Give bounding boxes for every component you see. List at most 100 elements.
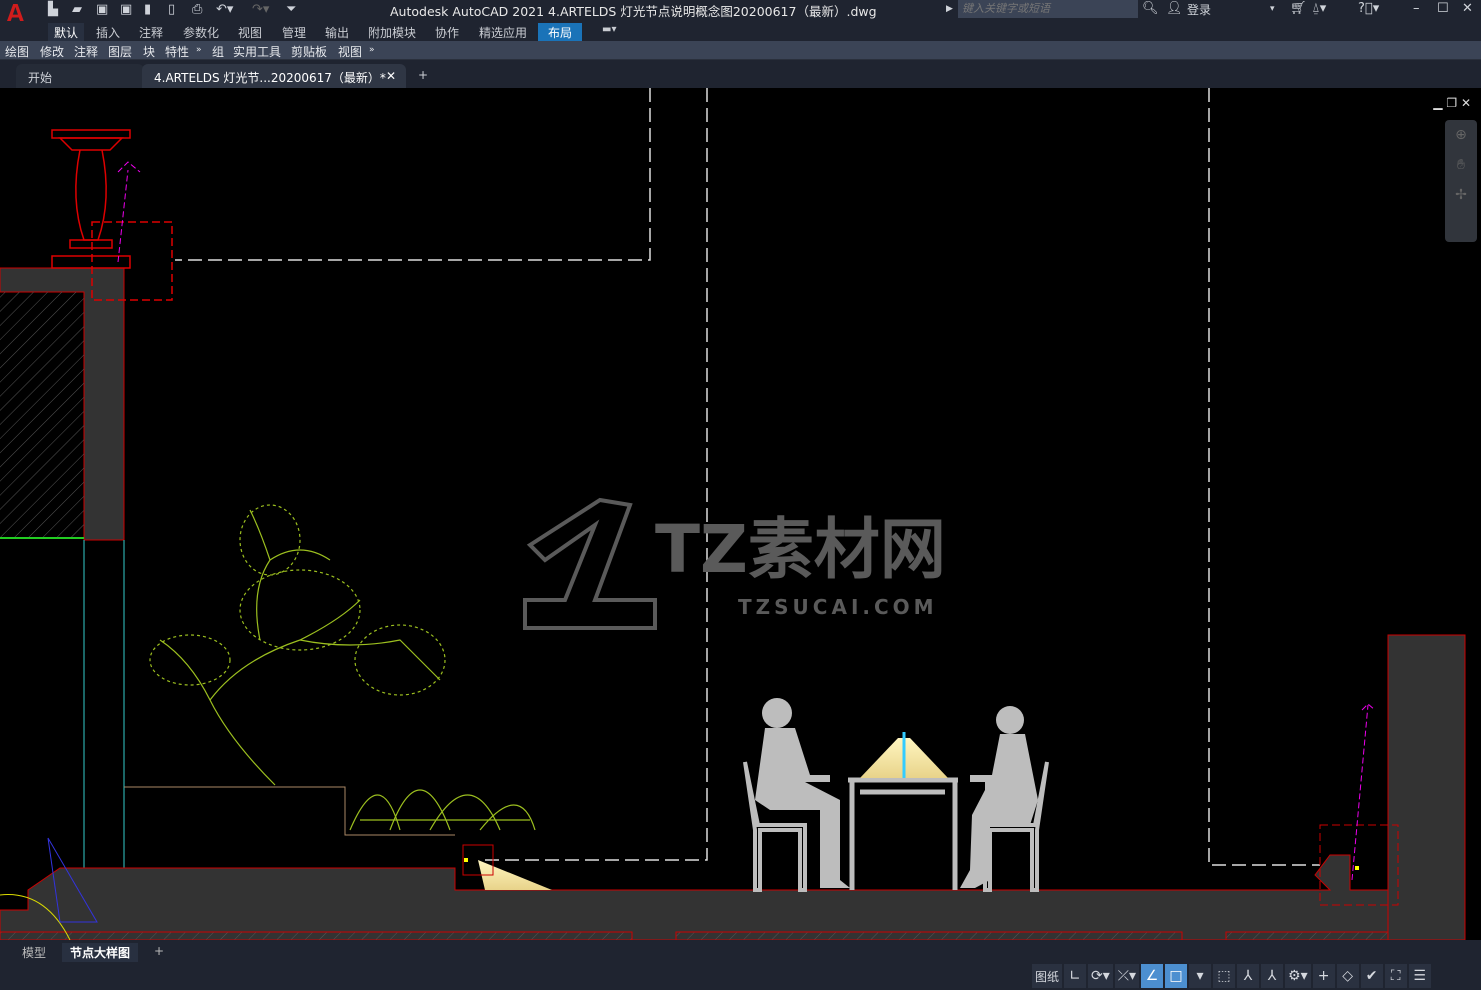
tab-title: 4.ARTELDS 灯光节...20200617（最新）* xyxy=(154,71,386,85)
ground-slab xyxy=(0,854,1391,941)
isolate-objects-icon[interactable]: ◇ xyxy=(1336,964,1359,988)
tab-featured-apps[interactable]: 精选应用 xyxy=(473,23,533,42)
table xyxy=(848,777,958,890)
pan-icon[interactable]: ✋︎ xyxy=(1445,150,1477,180)
object-snap-icon[interactable]: □ xyxy=(1165,964,1188,988)
title-bar: A ▙ ▰ ▣ ▣ ▮ ▯ ⎙ ↶▾ ↷▾ ⏷ Autodesk AutoCAD… xyxy=(0,0,1481,28)
watermark-logo xyxy=(523,497,657,630)
save-web-icon[interactable]: ▯ xyxy=(168,2,175,17)
open-web-icon[interactable]: ▮ xyxy=(144,2,151,17)
isodraft-icon[interactable]: ⤫▾ xyxy=(1114,964,1140,988)
paper-space-toggle[interactable]: 图纸 xyxy=(1032,964,1063,988)
panel-clipboard[interactable]: 剪贴板 xyxy=(291,43,327,60)
watermark-url: TZSUCAI.COM xyxy=(738,595,938,619)
user-icon[interactable]: 👤︎ xyxy=(1166,1,1183,16)
viewport-close[interactable]: ✕ xyxy=(1461,96,1471,110)
help-icon[interactable]: ?⃝▾ xyxy=(1358,1,1379,16)
tab-start[interactable]: 开始 xyxy=(16,64,144,88)
ribbon-panels: 绘图 修改 注释 图层 块 特性 » 组 实用工具 剪贴板 视图 » xyxy=(0,41,1481,60)
polar-tracking-icon[interactable]: ⟳▾ xyxy=(1088,964,1113,988)
file-tabs: 开始 4.ARTELDS 灯光节...20200617（最新）* ✕ + xyxy=(0,60,1481,88)
tab-manage[interactable]: 管理 xyxy=(276,23,312,42)
tab-view[interactable]: 视图 xyxy=(232,23,268,42)
tab-addins[interactable]: 附加模块 xyxy=(362,23,422,42)
undo-icon[interactable]: ↶▾ xyxy=(216,2,233,17)
add-icon[interactable]: + xyxy=(1312,964,1335,988)
add-layout-button[interactable]: + xyxy=(146,943,172,959)
cart-icon[interactable]: 🛒︎ xyxy=(1290,1,1307,16)
close-button[interactable]: ✕ xyxy=(1462,1,1473,16)
tab-layout-active[interactable]: 节点大样图 xyxy=(62,943,139,962)
window-title: Autodesk AutoCAD 2021 4.ARTELDS 灯光节点说明概念… xyxy=(390,4,877,19)
redo-icon[interactable]: ↷▾ xyxy=(252,2,269,17)
auto-scale-icon[interactable]: ⅄ xyxy=(1261,964,1284,988)
save-as-icon[interactable]: ▣ xyxy=(120,2,132,17)
workspace-gear-icon[interactable]: ⚙▾ xyxy=(1285,964,1311,988)
tab-output[interactable]: 输出 xyxy=(319,23,355,42)
panel-block[interactable]: 块 xyxy=(143,43,155,60)
zoom-icon[interactable]: ⊕ xyxy=(1445,120,1477,150)
panel-modify[interactable]: 修改 xyxy=(40,43,64,60)
drawing: TZ素材网 TZSUCAI.COM xyxy=(0,88,1466,941)
status-bar: 图纸 ∟ ⟳▾ ⤫▾ ∠ □ ▾ ⬚ ⅄ ⅄ ⚙▾ + ◇ ✔ ⛶ ☰ xyxy=(0,962,1481,990)
panel-group[interactable]: 组 xyxy=(212,43,224,60)
search-icon[interactable]: 🔍︎ xyxy=(1142,1,1159,16)
tab-layout[interactable]: 布局 xyxy=(538,23,583,42)
tab-active-drawing[interactable]: 4.ARTELDS 灯光节...20200617（最新）* ✕ xyxy=(142,64,406,88)
new-file-icon[interactable]: ▙ xyxy=(48,2,58,17)
woman-silhouette xyxy=(960,706,1049,892)
ribbon-tabs: 默认 插入 注释 参数化 视图 管理 输出 附加模块 协作 精选应用 布局 ▬▾ xyxy=(0,21,1481,42)
viewport-controls: ▁ ❐ ✕ xyxy=(1433,96,1471,110)
a360-icon[interactable]: ⍙▾ xyxy=(1312,1,1326,16)
panel-draw[interactable]: 绘图 xyxy=(5,43,29,60)
maximize-button[interactable]: ☐ xyxy=(1437,1,1449,16)
object-snap-tracking-icon[interactable]: ∠ xyxy=(1141,964,1164,988)
tab-model[interactable]: 模型 xyxy=(14,943,54,962)
close-tab-icon[interactable]: ✕ xyxy=(386,69,396,83)
annotation-visibility-icon[interactable]: ⅄ xyxy=(1237,964,1260,988)
search-input[interactable] xyxy=(958,0,1138,18)
osnap-dropdown-icon[interactable]: ▾ xyxy=(1189,964,1212,988)
tab-default[interactable]: 默认 xyxy=(48,23,85,42)
login-dropdown-icon[interactable]: ▾ xyxy=(1270,4,1275,14)
panel-utilities[interactable]: 实用工具 xyxy=(233,43,281,60)
plot-icon[interactable]: ⎙ xyxy=(192,2,202,17)
wall-hatch xyxy=(0,292,84,538)
tab-parametric[interactable]: 参数化 xyxy=(177,23,225,42)
tab-collaborate[interactable]: 协作 xyxy=(429,23,465,42)
viewport-minimize[interactable]: ▁ xyxy=(1433,96,1442,110)
new-tab-button[interactable]: + xyxy=(412,64,434,88)
tab-annotate[interactable]: 注释 xyxy=(133,23,169,42)
customize-menu-icon[interactable]: ☰ xyxy=(1408,964,1431,988)
tree xyxy=(149,504,446,786)
viewport-restore[interactable]: ❐ xyxy=(1446,96,1457,110)
panel-expand-icon[interactable]: » xyxy=(369,45,375,55)
login-button[interactable]: 登录 xyxy=(1187,1,1211,18)
shrub xyxy=(349,789,536,831)
right-column xyxy=(1387,634,1466,941)
panel-properties[interactable]: 特性 xyxy=(165,43,189,60)
clean-screen-icon[interactable]: ⛶ xyxy=(1384,964,1407,988)
ortho-icon[interactable]: ∟ xyxy=(1064,964,1087,988)
panel-layers[interactable]: 图层 xyxy=(108,43,132,60)
expand-icon[interactable]: ▶ xyxy=(946,4,953,14)
customize-icon[interactable]: ⏷ xyxy=(286,2,296,17)
selection-cycling-icon[interactable]: ⬚ xyxy=(1213,964,1236,988)
open-file-icon[interactable]: ▰ xyxy=(72,2,82,17)
dashed-boundaries xyxy=(175,88,1320,866)
foundation-hatch xyxy=(0,931,1389,941)
ribbon-display-toggle[interactable]: ▬▾ xyxy=(596,23,622,36)
drawing-canvas[interactable]: TZ素材网 TZSUCAI.COM xyxy=(0,88,1481,941)
watermark-text: TZ素材网 xyxy=(655,511,946,588)
tab-insert[interactable]: 插入 xyxy=(90,23,126,42)
layout-tabs: 模型 节点大样图 + xyxy=(0,940,1481,962)
minimize-button[interactable]: – xyxy=(1413,1,1420,16)
save-icon[interactable]: ▣ xyxy=(96,2,108,17)
orbit-icon[interactable]: ✢ xyxy=(1445,180,1477,210)
panel-expand-icon[interactable]: » xyxy=(196,45,202,55)
hardware-acceleration-icon[interactable]: ✔ xyxy=(1360,964,1383,988)
navigation-bar[interactable]: ⊕ ✋︎ ✢ xyxy=(1445,120,1477,242)
man-silhouette xyxy=(743,698,850,892)
panel-annotate[interactable]: 注释 xyxy=(74,43,98,60)
panel-view[interactable]: 视图 xyxy=(338,43,362,60)
